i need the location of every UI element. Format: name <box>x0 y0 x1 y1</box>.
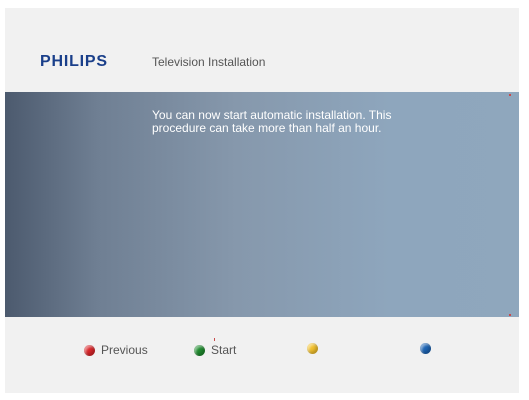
instruction-line-2: procedure can take more than half an hou… <box>152 121 382 135</box>
previous-label: Previous <box>101 343 148 357</box>
color-key-bar: Previous Start <box>5 317 519 393</box>
brand-logo: PHILIPS <box>40 53 108 70</box>
instruction-text: You can now start automatic installation… <box>152 109 452 135</box>
yellow-key-icon <box>307 343 318 354</box>
green-key-icon <box>194 344 205 356</box>
page-title: Television Installation <box>152 55 266 69</box>
red-key-icon <box>84 344 95 356</box>
corner-marker-bottom <box>509 314 511 316</box>
blue-key-button[interactable] <box>420 343 437 354</box>
message-panel: You can now start automatic installation… <box>5 92 519 317</box>
corner-marker-top <box>509 94 511 96</box>
tv-menu-screen: PHILIPS Television Installation You can … <box>5 8 519 393</box>
start-button[interactable]: Start <box>194 343 236 357</box>
cursor-marker <box>214 338 215 341</box>
yellow-key-button[interactable] <box>307 343 324 354</box>
blue-key-icon <box>420 343 431 354</box>
previous-button[interactable]: Previous <box>84 343 148 357</box>
header: PHILIPS Television Installation <box>5 8 519 92</box>
start-label: Start <box>211 343 237 357</box>
